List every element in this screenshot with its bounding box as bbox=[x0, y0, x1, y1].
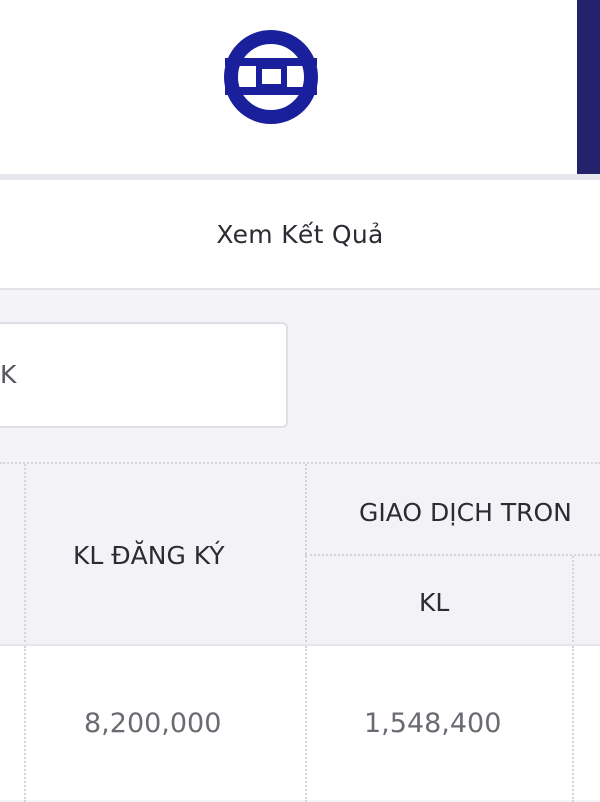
column-divider bbox=[24, 646, 26, 802]
filter-area: K bbox=[0, 290, 600, 462]
column-group-header: GIAO DỊCH TRON bbox=[359, 498, 572, 527]
view-results-label: Xem Kết Quả bbox=[216, 219, 384, 249]
column-divider bbox=[572, 556, 574, 646]
column-header-registered-volume[interactable]: KL ĐĂNG KÝ bbox=[73, 541, 225, 570]
app-header bbox=[0, 0, 600, 174]
column-divider bbox=[24, 464, 26, 646]
view-results-button[interactable]: Xem Kết Quả bbox=[0, 180, 600, 290]
exchange-logo-icon bbox=[224, 30, 318, 124]
sidebar-edge bbox=[577, 0, 600, 174]
column-header-volume[interactable]: KL bbox=[419, 588, 449, 617]
stock-code-value: K bbox=[0, 360, 17, 389]
column-divider bbox=[572, 646, 574, 802]
table-header: KL ĐĂNG KÝ GIAO DỊCH TRON KL bbox=[0, 462, 600, 646]
stock-code-input[interactable]: K bbox=[0, 322, 288, 428]
results-table: KL ĐĂNG KÝ GIAO DỊCH TRON KL 8,200,000 1… bbox=[0, 462, 600, 802]
column-divider bbox=[305, 646, 307, 802]
table-body: 8,200,000 1,548,400 bbox=[0, 644, 600, 802]
cell-volume: 1,548,400 bbox=[364, 708, 502, 739]
header-group-divider bbox=[305, 554, 600, 556]
cell-registered-volume: 8,200,000 bbox=[84, 708, 222, 739]
